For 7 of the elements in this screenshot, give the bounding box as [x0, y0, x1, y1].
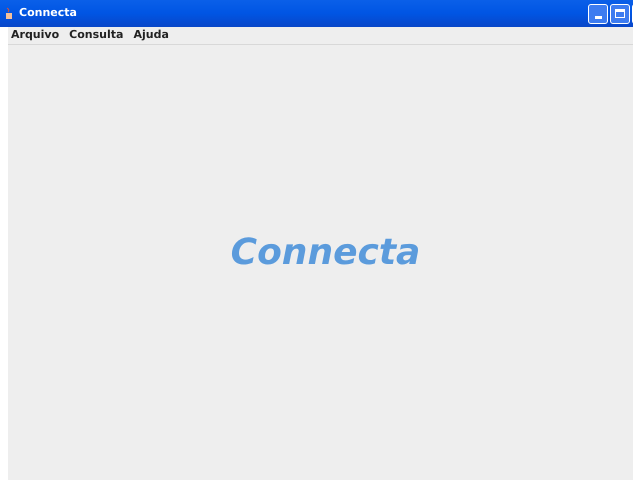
menu-item[interactable]: Ajuda — [133, 27, 169, 44]
maximize-button[interactable] — [610, 4, 630, 24]
menu-item[interactable]: Consulta — [69, 27, 124, 44]
minimize-button[interactable] — [588, 4, 608, 24]
window-title: Connecta — [19, 5, 77, 22]
app-logo-text: Connecta — [230, 230, 420, 274]
menu-item[interactable]: Arquivo — [11, 27, 60, 44]
